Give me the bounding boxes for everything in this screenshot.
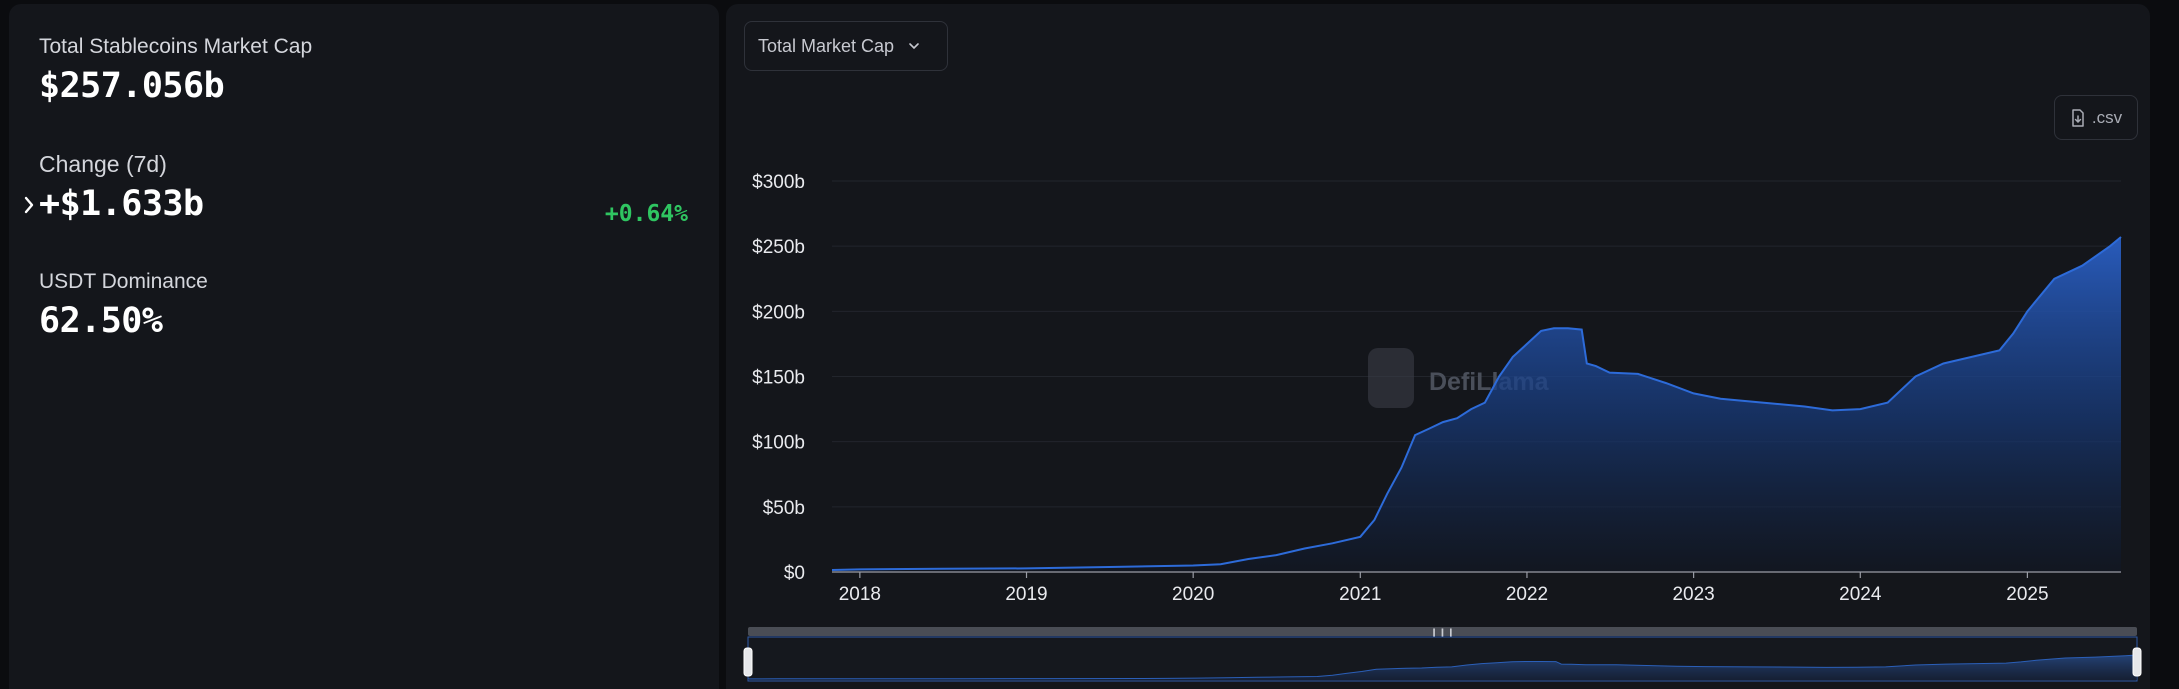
slider-handle-right[interactable]	[2132, 647, 2142, 677]
x-tick-label: 2024	[1839, 584, 1882, 605]
slider-handle-left[interactable]	[743, 647, 753, 677]
dominance-label: USDT Dominance	[39, 270, 208, 293]
change-label: Change (7d)	[39, 151, 167, 177]
change-percent-badge: +0.64%	[604, 201, 688, 227]
y-tick-label: $100b	[752, 433, 805, 454]
x-tick-label: 2022	[1506, 584, 1548, 605]
y-tick-label: $300b	[752, 172, 805, 193]
market-cap-chart[interactable]: DefiLlama $0$50b$100b$150b$200b$250b$300…	[726, 4, 2150, 689]
range-slider[interactable]: ❙❙❙	[743, 627, 2142, 682]
dominance-value: 62.50%	[39, 301, 163, 341]
market-cap-label: Total Stablecoins Market Cap	[39, 35, 313, 58]
chart-panel: DefiLlama $0 $50b $100b $150b $200b $250b $300…	[726, 4, 2150, 689]
x-tick-label: 2025	[2006, 584, 2048, 605]
csv-label: .csv	[2091, 107, 2123, 127]
chevron-down-icon	[907, 39, 921, 53]
y-tick-label: $0	[784, 563, 805, 584]
y-tick-label: $50b	[763, 498, 805, 519]
stats-panel: Total Stablecoins Market Cap $257.056b C…	[9, 4, 719, 689]
chart-series	[831, 236, 2122, 572]
change-value: +$1.633b	[39, 184, 204, 224]
x-tick-label: 2023	[1672, 584, 1714, 605]
x-tick-label: 2021	[1339, 584, 1381, 605]
file-download-icon	[2072, 108, 2084, 127]
download-csv-button[interactable]: .csv	[2054, 95, 2138, 140]
y-tick-label: $250b	[752, 237, 805, 258]
metric-dropdown[interactable]: Total Market Cap	[744, 21, 948, 71]
x-tick-label: 2018	[839, 584, 881, 605]
x-tick-label: 2020	[1172, 584, 1214, 605]
y-tick-label: $150b	[752, 368, 805, 389]
y-tick-label: $200b	[752, 302, 805, 323]
chevron-right-icon[interactable]	[17, 193, 41, 217]
llama-logo-icon	[1368, 348, 1414, 408]
series-area	[832, 237, 2121, 572]
metric-dropdown-label: Total Market Cap	[758, 35, 895, 56]
x-tick-label: 2019	[1005, 584, 1047, 605]
market-cap-value: $257.056b	[39, 66, 225, 106]
